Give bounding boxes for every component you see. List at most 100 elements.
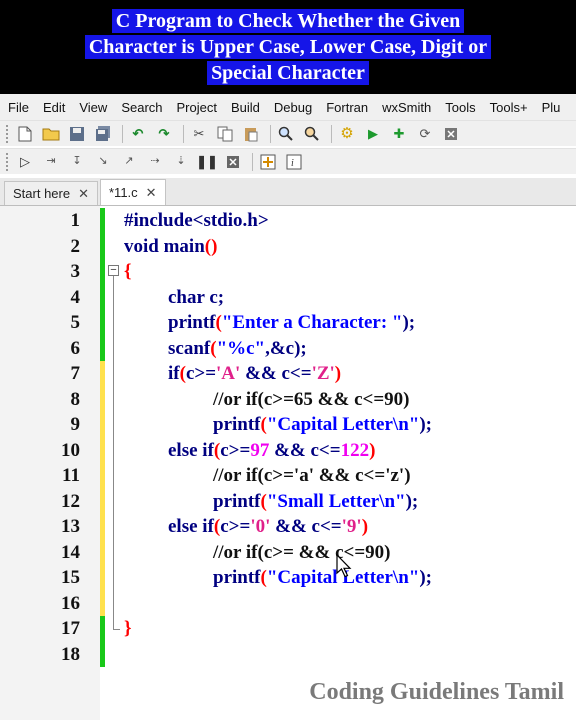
- menu-fortran[interactable]: Fortran: [326, 100, 368, 115]
- menu-search[interactable]: Search: [121, 100, 162, 115]
- code-token: char c;: [168, 286, 225, 308]
- code-line[interactable]: 12 printf("Small Letter\n");: [0, 489, 576, 515]
- code-line[interactable]: 4 char c;: [0, 285, 576, 311]
- debug-toolbar: ▷ ⇥ ↧ ↘ ↗ ⇢ ⇣ ❚❚ i: [0, 148, 576, 174]
- pause-icon[interactable]: ❚❚: [196, 153, 218, 171]
- code-line[interactable]: 3{: [0, 259, 576, 285]
- menu-project[interactable]: Project: [177, 100, 217, 115]
- menu-file[interactable]: File: [8, 100, 29, 115]
- code-text: {: [124, 259, 132, 285]
- code-token: 'A': [216, 363, 241, 384]
- step-into-icon[interactable]: ↘: [94, 153, 112, 171]
- cut-icon[interactable]: ✂: [190, 125, 208, 143]
- next-instruction-icon[interactable]: ⇢: [146, 153, 164, 171]
- code-token: "%c": [216, 337, 266, 359]
- line-number: 12: [61, 490, 80, 512]
- next-line-icon[interactable]: ↧: [68, 153, 86, 171]
- menu-tools-plus[interactable]: Tools+: [490, 100, 528, 115]
- save-icon[interactable]: [68, 125, 86, 143]
- code-token: c>=: [220, 516, 251, 537]
- code-token: && c<=: [270, 516, 342, 537]
- find-icon[interactable]: [277, 125, 295, 143]
- banner-line-1: C Program to Check Whether the Given: [111, 9, 465, 33]
- run-to-cursor-icon[interactable]: ⇥: [42, 153, 60, 171]
- save-all-icon[interactable]: [94, 125, 112, 143]
- copy-icon[interactable]: [216, 125, 234, 143]
- code-token: );: [419, 567, 432, 588]
- line-number: 15: [61, 567, 80, 588]
- code-line[interactable]: 6 scanf("%c",&c);: [0, 336, 576, 362]
- stop-debug-icon[interactable]: [224, 153, 242, 171]
- code-token: printf: [213, 490, 261, 512]
- tab-11-c[interactable]: *11.c ✕: [100, 179, 166, 205]
- code-line[interactable]: 7 if(c>='A' && c<='Z'): [0, 361, 576, 387]
- code-text: }: [124, 616, 132, 642]
- mouse-cursor-icon: [336, 554, 352, 578]
- build-run-icon[interactable]: ✚: [390, 125, 408, 143]
- code-token: else if: [168, 439, 214, 461]
- debug-windows-icon[interactable]: [259, 153, 277, 171]
- code-lines: 1 #include<stdio.h> 2 void main() 3{4 char c;…: [0, 208, 576, 667]
- menu-view[interactable]: View: [79, 100, 107, 115]
- tab-start-here[interactable]: Start here ✕: [4, 181, 98, 205]
- abort-icon[interactable]: [442, 125, 460, 143]
- step-into-instruction-icon[interactable]: ⇣: [172, 153, 190, 171]
- debug-info-icon[interactable]: i: [285, 153, 303, 171]
- code-line[interactable]: 14 //or if(c>= && c<=90): [0, 540, 576, 566]
- banner-line-3: Special Character: [207, 61, 369, 85]
- code-line[interactable]: 8 //or if(c>=65 && c<=90): [0, 387, 576, 413]
- code-text: #include<stdio.h>: [124, 208, 269, 234]
- code-line[interactable]: 18: [0, 642, 576, 668]
- line-number: 7: [70, 363, 81, 384]
- run-icon[interactable]: ▶: [364, 125, 382, 143]
- open-folder-icon[interactable]: [42, 125, 60, 143]
- step-out-icon[interactable]: ↗: [120, 153, 138, 171]
- code-line[interactable]: 17}: [0, 616, 576, 642]
- code-line[interactable]: 13 else if(c>='0' && c<='9'): [0, 514, 576, 540]
- close-icon[interactable]: ✕: [78, 186, 89, 202]
- code-token: && c<=: [269, 439, 341, 461]
- code-token: printf: [213, 414, 261, 435]
- channel-watermark: Coding Guidelines Tamil: [309, 679, 564, 705]
- code-line[interactable]: 11 //or if(c>='a' && c<='z'): [0, 463, 576, 489]
- replace-icon[interactable]: [303, 125, 321, 143]
- toolbar-grip[interactable]: [6, 124, 10, 143]
- redo-icon[interactable]: ↷: [155, 125, 173, 143]
- code-token: 'Z': [311, 363, 335, 384]
- line-number: 1: [70, 210, 81, 231]
- menu-build[interactable]: Build: [231, 100, 260, 115]
- code-token: "Capital Letter\n": [266, 414, 420, 435]
- code-token: 97: [250, 439, 270, 461]
- code-token: 122: [340, 439, 370, 461]
- code-editor[interactable]: − 1 #include<stdio.h> 2 void main() 3{4 char …: [0, 206, 576, 720]
- toolbar-separator: [122, 124, 123, 143]
- new-file-icon[interactable]: [16, 125, 34, 143]
- code-line[interactable]: 15 printf("Capital Letter\n");: [0, 565, 576, 591]
- line-number: 16: [61, 592, 80, 614]
- code-text: printf("Capital Letter\n");: [213, 412, 432, 438]
- code-line[interactable]: 5 printf("Enter a Character: ");: [0, 310, 576, 336]
- menu-tools[interactable]: Tools: [445, 100, 475, 115]
- code-token: );: [419, 414, 432, 435]
- code-line[interactable]: 9 printf("Capital Letter\n");: [0, 412, 576, 438]
- toolbar-grip[interactable]: [6, 152, 10, 171]
- code-line[interactable]: 2 void main(): [0, 234, 576, 260]
- close-icon[interactable]: ✕: [146, 185, 157, 201]
- menu-debug[interactable]: Debug: [274, 100, 312, 115]
- debug-start-icon[interactable]: ▷: [16, 153, 34, 171]
- code-text: else if(c>='0' && c<='9'): [168, 514, 368, 540]
- code-token: ): [369, 439, 376, 461]
- build-gear-icon[interactable]: ⚙: [338, 125, 356, 143]
- undo-icon[interactable]: ↶: [129, 125, 147, 143]
- line-number: 5: [70, 312, 81, 333]
- paste-icon[interactable]: [242, 125, 260, 143]
- menu-wxsmith[interactable]: wxSmith: [382, 100, 431, 115]
- code-line[interactable]: 10 else if(c>=97 && c<=122): [0, 438, 576, 464]
- code-line[interactable]: 1 #include<stdio.h>: [0, 208, 576, 234]
- rebuild-icon[interactable]: ⟳: [416, 125, 434, 143]
- menu-edit[interactable]: Edit: [43, 100, 65, 115]
- toolbar-separator: [183, 124, 184, 143]
- line-number: 4: [70, 286, 81, 308]
- code-line[interactable]: 16: [0, 591, 576, 617]
- menu-plugins[interactable]: Plu: [542, 100, 561, 115]
